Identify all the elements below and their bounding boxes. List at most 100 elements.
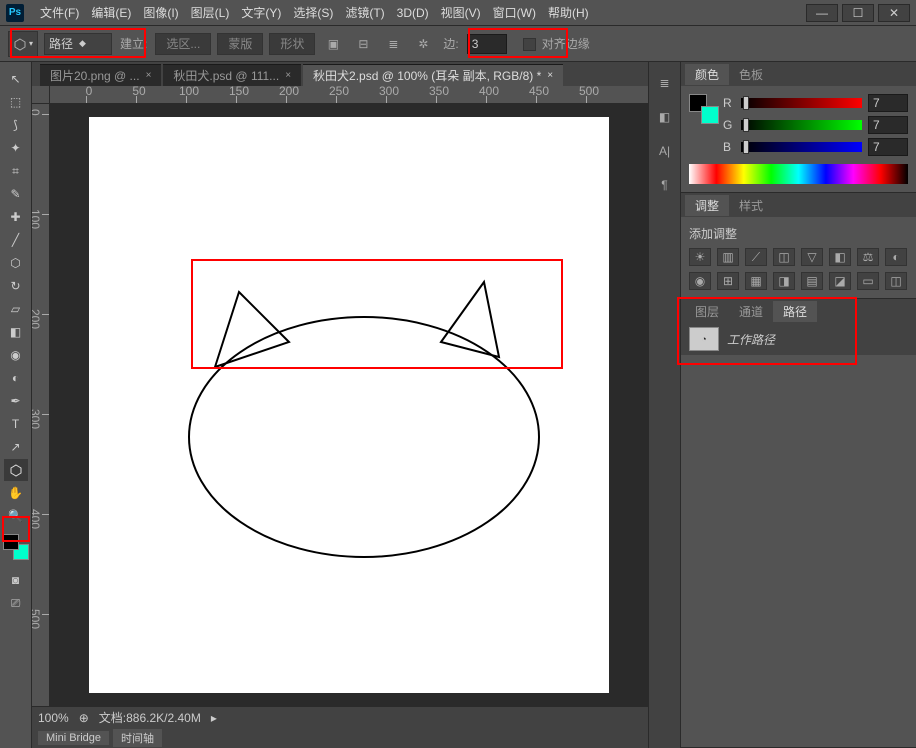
edge-input[interactable] [467,34,507,54]
b-slider[interactable] [741,142,862,152]
build-shape-button[interactable]: 形状 [269,33,315,55]
r-value[interactable]: 7 [868,94,908,112]
panel-bg-color[interactable] [701,106,719,124]
build-selection-button[interactable]: 选区... [155,33,211,55]
chevron-right-icon[interactable]: ▸ [211,711,217,725]
polygon-shape-tool[interactable] [4,459,28,481]
lasso-tool[interactable]: ⟆ [4,114,28,136]
path-row-workpath[interactable]: ◔ 工作路径 [681,323,916,355]
invert-icon[interactable]: ◨ [773,272,795,290]
type-tool[interactable]: T [4,413,28,435]
bw-icon[interactable]: ◐ [885,248,907,266]
path-align-icon[interactable]: ⊟ [351,33,375,55]
canvas[interactable] [89,117,609,693]
color-tab[interactable]: 颜色 [685,64,729,85]
quick-select-tool[interactable]: ✦ [4,137,28,159]
properties-panel-icon[interactable]: ◧ [654,106,676,128]
eraser-tool[interactable]: ▱ [4,298,28,320]
nav-icon[interactable]: ⊕ [79,711,89,725]
brightness-icon[interactable]: ☀ [689,248,711,266]
panel-color-swatch[interactable] [689,94,715,120]
close-icon[interactable]: × [547,70,553,81]
swatches-tab[interactable]: 色板 [729,64,773,85]
paragraph-panel-icon[interactable]: ¶ [654,174,676,196]
selective-icon[interactable]: ◫ [885,272,907,290]
path-combine-icon[interactable]: ▣ [321,33,345,55]
curves-icon[interactable]: ⟋ [745,248,767,266]
chanmix-icon[interactable]: ⊞ [717,272,739,290]
path-select-tool[interactable]: ↗ [4,436,28,458]
channels-tab[interactable]: 通道 [729,301,773,322]
build-mask-button[interactable]: 蒙版 [217,33,263,55]
character-panel-icon[interactable]: A| [654,140,676,162]
b-value[interactable]: 7 [868,138,908,156]
layers-tab[interactable]: 图层 [685,301,729,322]
blur-tool[interactable]: ◉ [4,344,28,366]
menu-3d[interactable]: 3D(D) [391,6,435,20]
tab-doc-1[interactable]: 图片20.png @ ...× [40,64,161,86]
close-icon[interactable]: × [146,70,152,81]
eyedropper-tool[interactable]: ✎ [4,183,28,205]
history-brush-tool[interactable]: ↻ [4,275,28,297]
brush-tool[interactable]: ╱ [4,229,28,251]
minibridge-tab[interactable]: Mini Bridge [38,731,109,745]
history-panel-icon[interactable]: ≣ [654,72,676,94]
huesat-icon[interactable]: ◧ [829,248,851,266]
vertical-ruler[interactable]: 0 100 200 300 400 500 [32,104,50,706]
quick-mask-toggle[interactable]: ◙ [4,569,28,591]
screen-mode-toggle[interactable]: ⎚ [4,592,28,614]
spectrum-bar[interactable] [689,164,908,184]
r-slider[interactable] [741,98,862,108]
g-value[interactable]: 7 [868,116,908,134]
horizontal-ruler[interactable]: 0 50 100 150 200 250 300 350 400 450 500 [32,86,648,104]
photofilter-icon[interactable]: ◉ [689,272,711,290]
maximize-button[interactable]: ☐ [842,4,874,22]
adjustments-tab[interactable]: 调整 [685,195,729,216]
vibrance-icon[interactable]: ▽ [801,248,823,266]
pen-tool[interactable]: ✒ [4,390,28,412]
doc-info[interactable]: 文档:886.2K/2.40M [99,709,201,726]
menu-filter[interactable]: 滤镜(T) [339,4,390,21]
paths-tab[interactable]: 路径 [773,301,817,322]
foreground-color[interactable] [3,534,19,550]
menu-edit[interactable]: 编辑(E) [85,4,137,21]
path-arrange-icon[interactable]: ≣ [381,33,405,55]
tool-preset-picker[interactable]: ▾ [8,31,38,57]
g-slider[interactable] [741,120,862,130]
menu-image[interactable]: 图像(I) [137,4,184,21]
gradmap-icon[interactable]: ▭ [857,272,879,290]
tab-doc-3[interactable]: 秋田犬2.psd @ 100% (耳朵 副本, RGB/8) *× [303,64,563,86]
close-button[interactable]: ✕ [878,4,910,22]
posterize-icon[interactable]: ▤ [801,272,823,290]
menu-select[interactable]: 选择(S) [287,4,339,21]
crop-tool[interactable]: ⌗ [4,160,28,182]
dodge-tool[interactable]: ◐ [4,367,28,389]
menu-type[interactable]: 文字(Y) [235,4,287,21]
healing-tool[interactable]: ✚ [4,206,28,228]
colorbal-icon[interactable]: ⚖ [857,248,879,266]
timeline-tab[interactable]: 时间轴 [113,729,162,747]
exposure-icon[interactable]: ◫ [773,248,795,266]
clone-tool[interactable]: ⬡ [4,252,28,274]
menu-file[interactable]: 文件(F) [34,4,85,21]
hand-tool[interactable]: ✋ [4,482,28,504]
menu-layer[interactable]: 图层(L) [185,4,236,21]
gear-icon[interactable]: ✲ [411,33,435,55]
move-tool[interactable]: ↖ [4,68,28,90]
styles-tab[interactable]: 样式 [729,195,773,216]
gradient-tool[interactable]: ◧ [4,321,28,343]
menu-window[interactable]: 窗口(W) [487,4,542,21]
menu-help[interactable]: 帮助(H) [542,4,595,21]
close-icon[interactable]: × [285,70,291,81]
tab-doc-2[interactable]: 秋田犬.psd @ 111...× [163,64,301,86]
align-edges-checkbox[interactable] [523,38,536,51]
menu-view[interactable]: 视图(V) [435,4,487,21]
mode-dropdown[interactable]: 路径 ◆ [44,33,112,55]
zoom-tool[interactable]: 🔍 [4,505,28,527]
colorlookup-icon[interactable]: ▦ [745,272,767,290]
marquee-tool[interactable]: ⬚ [4,91,28,113]
threshold-icon[interactable]: ◪ [829,272,851,290]
minimize-button[interactable]: — [806,4,838,22]
zoom-value[interactable]: 100% [38,711,69,725]
levels-icon[interactable]: ▥ [717,248,739,266]
